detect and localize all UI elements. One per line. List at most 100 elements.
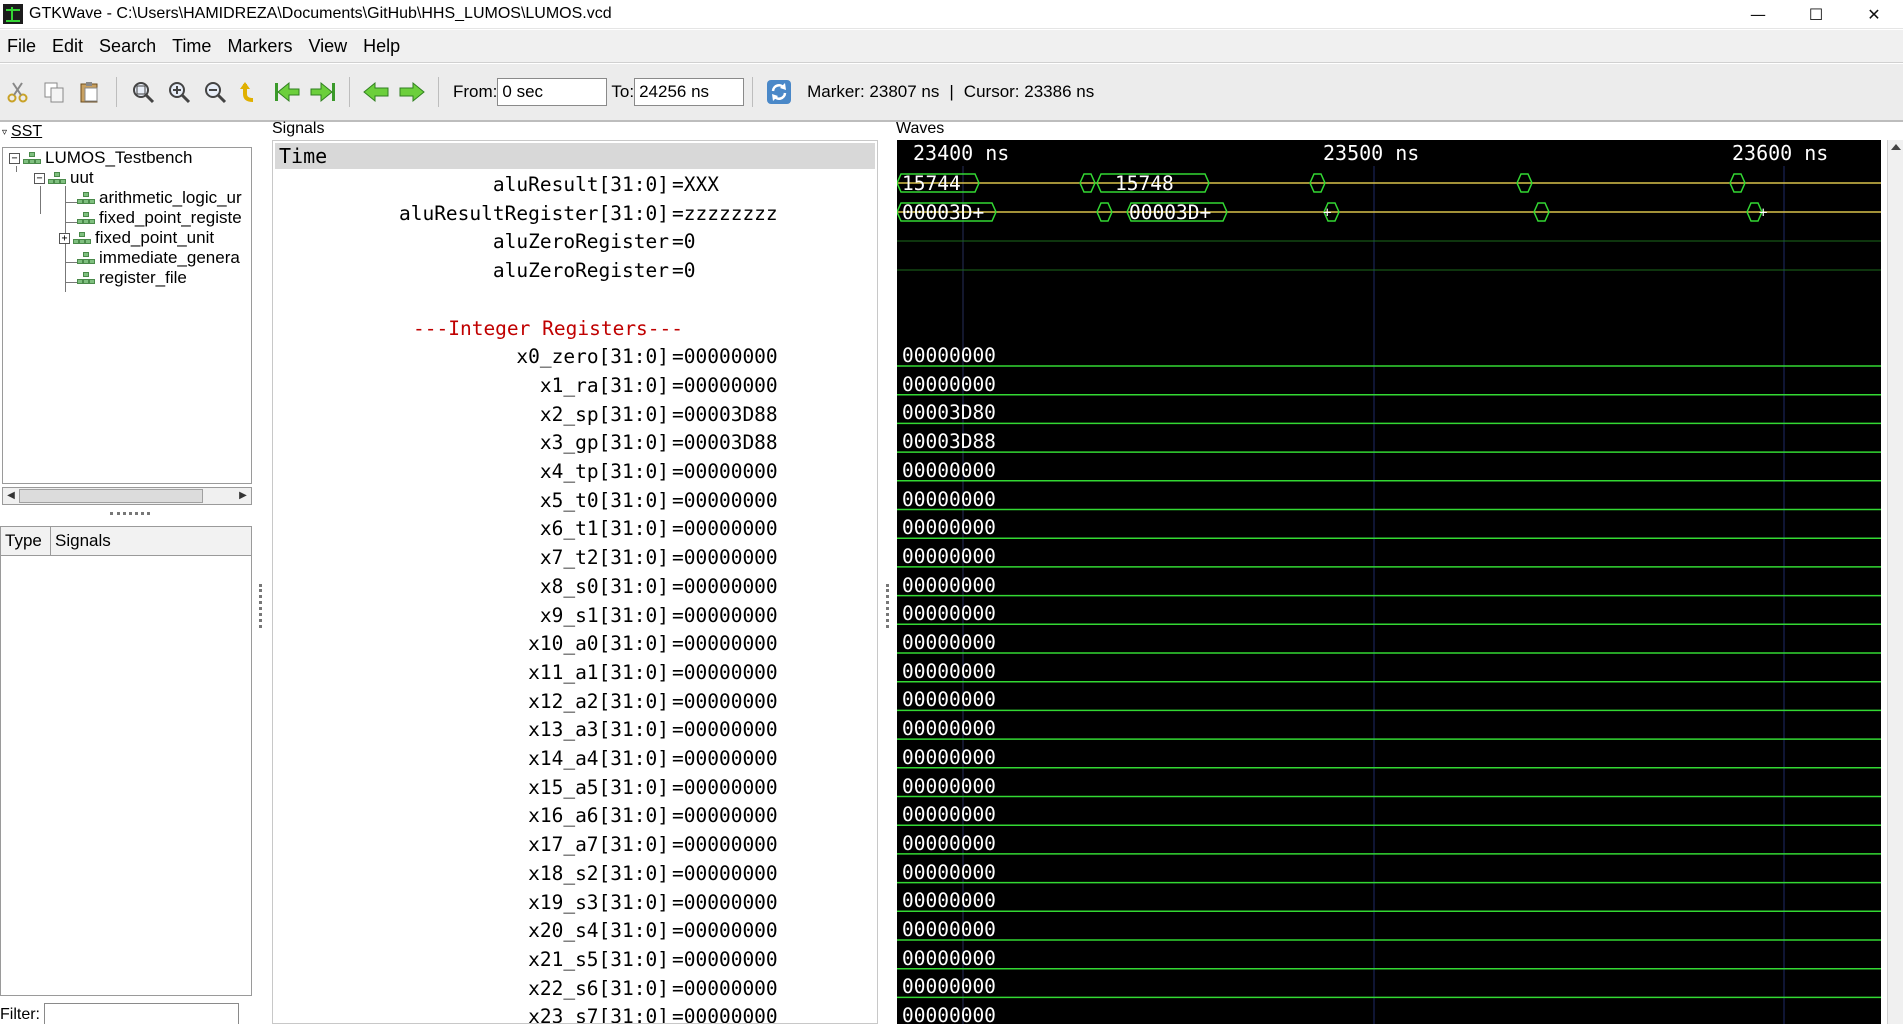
- zoom-in-icon[interactable]: [165, 78, 193, 106]
- tree-node-immediate-generator[interactable]: immediate_genera: [77, 248, 240, 268]
- register-wave-value-label: 00000000: [902, 1004, 996, 1024]
- alu-result-register-value-label: 00003D+: [1129, 201, 1212, 224]
- signal-comment[interactable]: ---Integer Registers---: [413, 315, 683, 343]
- filter-input[interactable]: [44, 1003, 239, 1024]
- signal-row[interactable]: aluZeroRegister =0: [273, 257, 877, 286]
- signal-name: x5_t0[31:0]: [539, 488, 669, 512]
- pane-resize-grip[interactable]: [110, 512, 150, 518]
- pane-resize-grip[interactable]: [886, 584, 890, 628]
- signal-row[interactable]: x7_t2[31:0] =00000000: [273, 544, 877, 573]
- signal-name: aluZeroRegister: [492, 259, 669, 283]
- waves-vertical-scrollbar[interactable]: [1887, 140, 1903, 1024]
- tree-node-uut[interactable]: − uut: [34, 168, 94, 188]
- signal-row[interactable]: x21_s5[31:0] =00000000: [273, 946, 877, 975]
- undo-zoom-icon[interactable]: [237, 78, 265, 106]
- previous-edge-icon[interactable]: [362, 78, 390, 106]
- zoom-out-icon[interactable]: [201, 78, 229, 106]
- signal-name: x21_s5[31:0]: [528, 947, 669, 971]
- module-icon: [77, 210, 95, 226]
- signal-row[interactable]: x6_t1[31:0] =00000000: [273, 515, 877, 544]
- signal-row[interactable]: x11_a1[31:0] =00000000: [273, 659, 877, 688]
- toolbar-separator: [116, 77, 117, 107]
- tree-node-fixed-point-register[interactable]: fixed_point_registe: [77, 208, 242, 228]
- collapse-triangle-icon[interactable]: ▿: [2, 127, 7, 138]
- signal-row[interactable]: x1_ra[31:0] =00000000: [273, 372, 877, 401]
- menu-time[interactable]: Time: [165, 36, 220, 57]
- tree-node-lumos-testbench[interactable]: − LUMOS_Testbench: [9, 148, 192, 168]
- menu-edit[interactable]: Edit: [45, 36, 92, 57]
- signal-row[interactable]: x23_s7[31:0] =00000000: [273, 1003, 877, 1024]
- signal-row[interactable]: x17_a7[31:0] =00000000: [273, 831, 877, 860]
- signal-row[interactable]: [273, 286, 877, 315]
- signal-row[interactable]: aluResult[31:0] =XXX: [273, 171, 877, 200]
- cut-icon[interactable]: [4, 78, 32, 106]
- scroll-right-icon[interactable]: ▶: [235, 488, 251, 504]
- signal-row[interactable]: x10_a0[31:0] =00000000: [273, 630, 877, 659]
- copy-icon[interactable]: [40, 78, 68, 106]
- close-button[interactable]: ✕: [1845, 0, 1903, 29]
- paste-icon[interactable]: [76, 78, 104, 106]
- from-time-input[interactable]: [497, 78, 608, 106]
- register-wave-value-label: 00000000: [902, 774, 996, 798]
- next-edge-icon[interactable]: [398, 78, 426, 106]
- signal-row[interactable]: x5_t0[31:0] =00000000: [273, 487, 877, 516]
- zoom-end-icon[interactable]: [309, 78, 337, 106]
- signal-row[interactable]: x16_a6[31:0] =00000000: [273, 802, 877, 831]
- signal-name: x19_s3[31:0]: [528, 890, 669, 914]
- sst-header[interactable]: ▿ SST: [0, 122, 265, 142]
- expand-icon[interactable]: +: [59, 232, 70, 244]
- signal-row[interactable]: x3_gp[31:0] =00003D88: [273, 429, 877, 458]
- type-column-header[interactable]: Type: [1, 527, 51, 555]
- filter-label: Filter:: [0, 1006, 40, 1023]
- waveform-canvas[interactable]: [897, 140, 1881, 1024]
- signal-row[interactable]: x18_s2[31:0] =00000000: [273, 860, 877, 889]
- scroll-up-icon[interactable]: [1891, 144, 1901, 150]
- time-ruler[interactable]: 23400 ns 23500 ns 23600 ns: [897, 140, 1881, 166]
- signal-row[interactable]: x2_sp[31:0] =00003D88: [273, 401, 877, 430]
- menu-markers[interactable]: Markers: [220, 36, 301, 57]
- signal-value: =00000000: [672, 1005, 778, 1024]
- sst-horizontal-scrollbar[interactable]: ◀ ▶: [2, 487, 252, 505]
- menu-view[interactable]: View: [301, 36, 356, 57]
- minimize-button[interactable]: —: [1729, 0, 1787, 29]
- signal-row[interactable]: x15_a5[31:0] =00000000: [273, 774, 877, 803]
- tree-node-register-file[interactable]: register_file: [77, 268, 187, 288]
- signal-row[interactable]: x12_a2[31:0] =00000000: [273, 688, 877, 717]
- tree-node-fixed-point-unit[interactable]: + fixed_point_unit: [59, 228, 214, 248]
- menu-file[interactable]: File: [0, 36, 45, 57]
- pane-resize-grip[interactable]: [259, 584, 263, 628]
- signal-row[interactable]: x20_s4[31:0] =00000000: [273, 917, 877, 946]
- signals-column-header[interactable]: Signals: [51, 527, 251, 555]
- signal-row[interactable]: x4_tp[31:0] =00000000: [273, 458, 877, 487]
- zoom-fit-icon[interactable]: [129, 78, 157, 106]
- sst-tree: − LUMOS_Testbench − uut arithmetic_logic…: [2, 147, 252, 484]
- signal-row[interactable]: aluResultRegister[31:0] =zzzzzzzz: [273, 200, 877, 229]
- signal-list-header: Type Signals: [0, 526, 252, 556]
- scrollbar-thumb[interactable]: [19, 489, 203, 503]
- signal-row[interactable]: x9_s1[31:0] =00000000: [273, 602, 877, 631]
- signal-row[interactable]: x14_a4[31:0] =00000000: [273, 745, 877, 774]
- time-row[interactable]: Time: [275, 143, 875, 169]
- maximize-button[interactable]: ☐: [1787, 0, 1845, 29]
- signal-name: x16_a6[31:0]: [528, 804, 669, 828]
- zoom-start-icon[interactable]: [273, 78, 301, 106]
- signal-row[interactable]: x19_s3[31:0] =00000000: [273, 889, 877, 918]
- collapse-icon[interactable]: −: [34, 172, 45, 184]
- signal-list[interactable]: [0, 556, 252, 996]
- alu-result-value-label: 15748: [1115, 172, 1174, 195]
- collapse-icon[interactable]: −: [9, 152, 20, 164]
- menu-search[interactable]: Search: [92, 36, 165, 57]
- signal-value: =00000000: [672, 976, 778, 1000]
- to-time-input[interactable]: [634, 78, 745, 106]
- tree-node-arithmetic-logic-unit[interactable]: arithmetic_logic_ur: [77, 188, 242, 208]
- signal-row[interactable]: x8_s0[31:0] =00000000: [273, 573, 877, 602]
- alu-result-register-value-label: +: [1759, 205, 1768, 221]
- waves-panel[interactable]: 23400 ns 23500 ns 23600 ns 15744 15748 0…: [897, 140, 1881, 1024]
- signal-row[interactable]: x13_a3[31:0] =00000000: [273, 716, 877, 745]
- scroll-left-icon[interactable]: ◀: [3, 488, 19, 504]
- signal-row[interactable]: x0_zero[31:0] =00000000: [273, 343, 877, 372]
- signal-row[interactable]: x22_s6[31:0] =00000000: [273, 975, 877, 1004]
- menu-help[interactable]: Help: [356, 36, 409, 57]
- signal-row[interactable]: aluZeroRegister =0: [273, 228, 877, 257]
- reload-icon[interactable]: [765, 78, 793, 106]
